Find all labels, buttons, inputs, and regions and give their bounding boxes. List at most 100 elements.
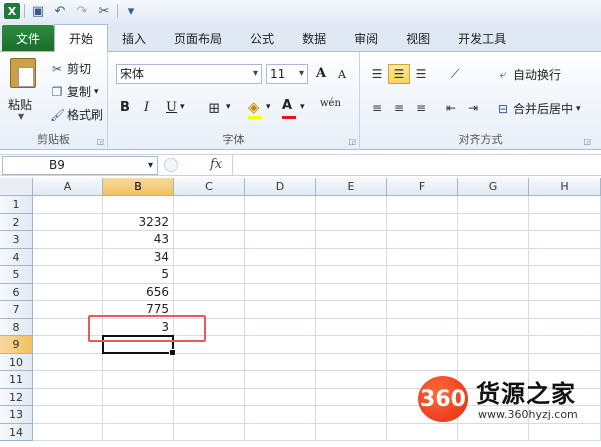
border-icon[interactable]: ⊞ — [208, 99, 221, 117]
tab-developer[interactable]: 开发工具 — [444, 25, 520, 51]
align-center-icon[interactable]: ≡ — [388, 98, 410, 118]
table-cell[interactable] — [387, 336, 458, 354]
table-cell[interactable] — [316, 231, 387, 249]
tab-insert[interactable]: 插入 — [108, 25, 160, 51]
font-color-icon[interactable]: A — [282, 98, 292, 113]
align-middle-icon[interactable]: ☰ — [388, 64, 410, 84]
table-cell[interactable] — [174, 388, 245, 406]
table-cell[interactable] — [245, 213, 316, 231]
table-cell[interactable] — [458, 283, 529, 301]
column-header[interactable]: B — [103, 178, 174, 196]
table-cell[interactable] — [458, 336, 529, 354]
row-header[interactable]: 1 — [0, 196, 33, 214]
table-cell[interactable] — [316, 283, 387, 301]
table-cell[interactable] — [174, 231, 245, 249]
table-cell[interactable] — [103, 371, 174, 389]
table-cell[interactable] — [174, 371, 245, 389]
table-cell[interactable] — [174, 213, 245, 231]
table-cell[interactable] — [33, 266, 103, 284]
table-cell[interactable] — [245, 406, 316, 424]
table-cell[interactable] — [316, 213, 387, 231]
table-cell[interactable] — [245, 231, 316, 249]
table-cell[interactable] — [387, 196, 458, 214]
paste-icon[interactable] — [10, 58, 36, 88]
table-cell[interactable] — [458, 353, 529, 371]
table-cell[interactable] — [33, 353, 103, 371]
fill-color-icon[interactable]: ◈ — [248, 98, 260, 116]
table-cell[interactable] — [387, 266, 458, 284]
row-header[interactable]: 9 — [0, 336, 33, 354]
save-icon[interactable]: ▣ — [29, 2, 47, 20]
table-cell[interactable] — [33, 196, 103, 214]
table-cell[interactable] — [33, 388, 103, 406]
table-cell[interactable] — [316, 248, 387, 266]
decrease-indent-icon[interactable]: ⇤ — [440, 98, 462, 118]
table-cell[interactable] — [245, 423, 316, 441]
table-cell[interactable] — [387, 353, 458, 371]
column-header[interactable]: H — [529, 178, 601, 196]
table-cell[interactable] — [529, 231, 601, 249]
select-all-corner[interactable] — [0, 178, 33, 196]
chevron-down-icon[interactable]: ▾ — [226, 102, 231, 112]
table-cell[interactable] — [33, 406, 103, 424]
table-cell[interactable] — [33, 213, 103, 231]
table-cell[interactable] — [529, 353, 601, 371]
table-cell[interactable] — [529, 318, 601, 336]
tools-icon[interactable]: ✂ — [95, 2, 113, 20]
table-cell[interactable] — [174, 196, 245, 214]
table-cell[interactable] — [316, 266, 387, 284]
column-header[interactable]: E — [316, 178, 387, 196]
column-header[interactable]: C — [174, 178, 245, 196]
table-cell[interactable] — [103, 388, 174, 406]
copy-button[interactable]: ❐ 复制 ▾ — [50, 83, 99, 100]
table-cell[interactable] — [316, 318, 387, 336]
table-cell[interactable] — [458, 301, 529, 319]
tab-data[interactable]: 数据 — [288, 25, 340, 51]
table-cell[interactable] — [316, 196, 387, 214]
name-box[interactable]: B9 ▾ — [2, 156, 158, 175]
tab-formulas[interactable]: 公式 — [236, 25, 288, 51]
table-cell[interactable] — [529, 301, 601, 319]
tab-review[interactable]: 审阅 — [340, 25, 392, 51]
table-cell[interactable] — [245, 388, 316, 406]
cut-button[interactable]: ✂ 剪切 — [50, 60, 91, 77]
increase-indent-icon[interactable]: ⇥ — [462, 98, 484, 118]
tab-home[interactable]: 开始 — [54, 24, 109, 52]
table-cell[interactable] — [33, 231, 103, 249]
table-cell[interactable] — [529, 336, 601, 354]
table-cell[interactable] — [245, 371, 316, 389]
table-cell[interactable] — [387, 283, 458, 301]
phonetic-guide-icon[interactable]: wén — [320, 98, 341, 109]
underline-button[interactable]: U — [166, 100, 177, 115]
table-cell[interactable] — [387, 301, 458, 319]
table-cell[interactable] — [458, 213, 529, 231]
table-cell[interactable] — [174, 248, 245, 266]
table-cell[interactable]: 34 — [103, 248, 174, 266]
table-cell[interactable] — [174, 283, 245, 301]
table-cell[interactable]: 656 — [103, 283, 174, 301]
customize-toolbar-icon[interactable]: ▾ — [122, 2, 140, 20]
insert-function-icon[interactable]: fx — [210, 157, 222, 172]
row-header[interactable]: 8 — [0, 318, 33, 336]
align-bottom-icon[interactable]: ☰ — [410, 64, 432, 84]
table-cell[interactable] — [174, 266, 245, 284]
table-cell[interactable] — [458, 266, 529, 284]
tab-page-layout[interactable]: 页面布局 — [160, 25, 236, 51]
tab-view[interactable]: 视图 — [392, 25, 444, 51]
table-cell[interactable] — [33, 283, 103, 301]
table-cell[interactable] — [529, 196, 601, 214]
table-cell[interactable] — [316, 371, 387, 389]
column-header[interactable]: G — [458, 178, 529, 196]
table-cell[interactable] — [103, 423, 174, 441]
table-cell[interactable] — [458, 231, 529, 249]
redo-icon[interactable]: ↷ — [73, 2, 91, 20]
chevron-down-icon[interactable]: ▼ — [18, 112, 24, 121]
table-cell[interactable] — [33, 371, 103, 389]
table-cell[interactable] — [103, 196, 174, 214]
table-cell[interactable] — [387, 213, 458, 231]
grow-font-icon[interactable]: A — [316, 66, 326, 81]
table-cell[interactable] — [458, 196, 529, 214]
formula-bar-handle[interactable] — [164, 158, 178, 172]
row-header[interactable]: 4 — [0, 248, 33, 266]
row-header[interactable]: 7 — [0, 301, 33, 319]
